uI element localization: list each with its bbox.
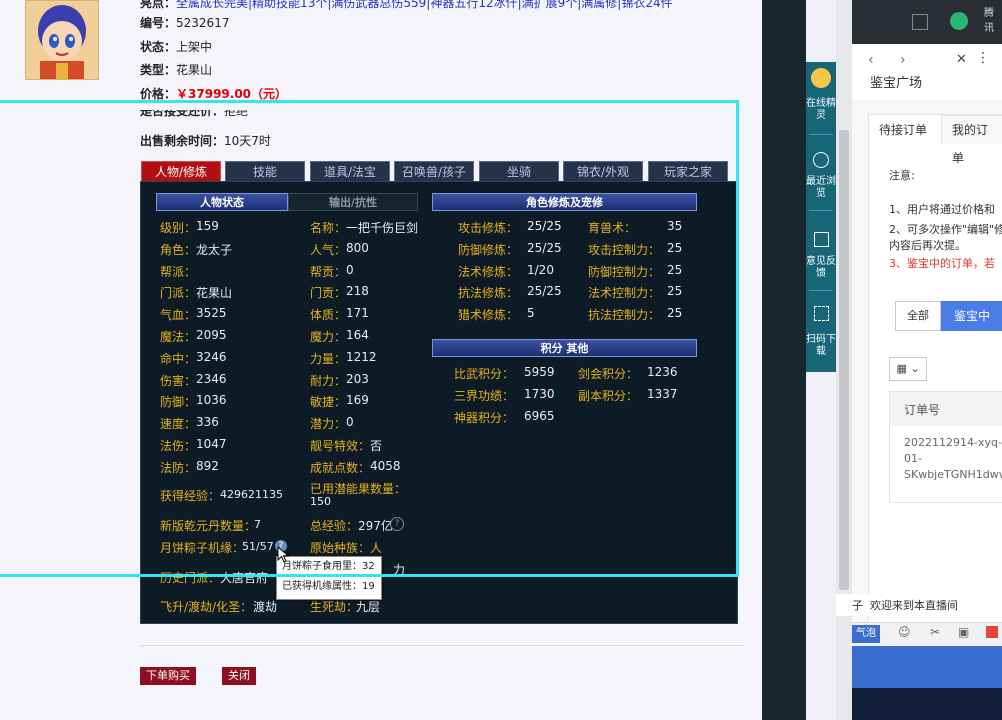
order-id-line-1[interactable]: 2022112914-xyq- (904, 436, 1002, 449)
forward-icon[interactable]: › (900, 52, 906, 68)
edit-icon (814, 232, 829, 247)
emoji-icon[interactable]: ☺ (898, 625, 911, 639)
scissors-icon[interactable]: ✂ (930, 625, 940, 639)
scrollbar-thumb[interactable] (839, 130, 849, 590)
map-area (852, 646, 1002, 688)
shengsijie-value: 九层 (356, 600, 381, 614)
gift-icon[interactable] (986, 626, 998, 638)
highlights-label: 亮点： (140, 0, 177, 10)
notice-1: 1、用户将通过价格和 (889, 203, 995, 216)
type-label: 类型： (140, 63, 177, 77)
online-sprite-link[interactable]: 在线精灵 (806, 98, 836, 122)
chat-toolbar: 气泡 ☺ ✂ ▣ (852, 622, 1002, 647)
grid-view-icon[interactable]: ▦ ⌄ (889, 357, 927, 381)
tab-my-orders[interactable]: 我的订单 (941, 115, 1002, 165)
status-value: 上架中 (176, 40, 213, 54)
feedback-link[interactable]: 意见反馈 (806, 256, 836, 280)
order-table: 订单号 2022112914-xyq- 01- SKwbjeTGNH1dwv (889, 391, 1002, 503)
notice-3: 3、鉴宝中的订单，若 (889, 257, 995, 270)
app-logo-icon (950, 12, 968, 30)
order-id-line-2[interactable]: 01- (904, 452, 922, 465)
feisheng-label: 飞升/渡劫/化圣： (160, 600, 253, 614)
feisheng-value: 渡劫 (253, 600, 278, 614)
more-icon[interactable]: ⋮ (976, 50, 990, 66)
order-card: 待接订单 我的订单 注意: 1、用户将通过价格和 2、可多次操作"编辑"修 内容… (868, 114, 1002, 646)
buy-button[interactable]: 下单购买 (140, 667, 196, 685)
chat-welcome: 欢迎来到本直播间 (870, 599, 958, 612)
notice-2b: 内容后再次提。 (889, 239, 966, 252)
highlights-text: 全属成长完美|精助技能13个|满伤武器总伤559|神器五行12冰仟|满扩展9个|… (176, 0, 673, 10)
price-value: ￥37999.00（元） (176, 87, 288, 101)
bubble-button[interactable]: 气泡 (852, 625, 880, 643)
highlights-row: 亮点：全属成长完美|精助技能13个|满伤武器总伤559|神器五行12冰仟|满扩展… (140, 0, 673, 12)
chat-prefix: 子 (852, 599, 863, 612)
right-header: ‹ › ✕ ⋮ 鉴宝广场 (852, 44, 1002, 100)
type-row: 类型：花果山 (140, 61, 212, 79)
dark-separator (762, 0, 806, 720)
id-label: 编号： (140, 16, 177, 30)
filter-all[interactable]: 全部 (895, 301, 941, 331)
character-avatar (25, 0, 99, 80)
tooltip-line-2: 已获得机缘属性：19 (282, 581, 375, 592)
scan-icon (814, 306, 829, 321)
chat-row: 子 欢迎来到本直播间 (836, 594, 1002, 616)
sprite-icon[interactable] (811, 68, 831, 88)
shengsijie-label: 生死劫： (310, 600, 359, 614)
tab-pending[interactable]: 待接订单 (879, 121, 927, 138)
clock-icon (813, 152, 829, 168)
bottom-dark (852, 688, 1002, 720)
close-icon[interactable]: ✕ (956, 52, 967, 67)
back-icon[interactable]: ‹ (868, 52, 874, 68)
notice-2: 2、可多次操作"编辑"修 (889, 223, 1002, 236)
scan-download-link[interactable]: 扫码下载 (806, 334, 836, 358)
divider (140, 645, 744, 646)
filter-active[interactable]: 鉴宝中 (941, 301, 1002, 331)
notice-title: 注意: (889, 169, 915, 182)
price-label: 价格： (140, 87, 177, 101)
type-value: 花果山 (176, 63, 213, 77)
top-label: 腾讯 (984, 8, 994, 34)
close-button[interactable]: 关闭 (222, 667, 256, 685)
col-order-id: 订单号 (904, 403, 941, 417)
right-title: 鉴宝广场 (870, 76, 923, 91)
order-table-header: 订单号 (890, 392, 1002, 426)
image-icon[interactable]: ▣ (958, 625, 969, 639)
id-value: 5232617 (176, 16, 230, 30)
window-icon (912, 14, 928, 30)
recent-browse-link[interactable]: 最近浏览 (806, 176, 836, 200)
right-top-bar: 腾讯 (852, 0, 1002, 44)
id-row: 编号：5232617 (140, 14, 229, 32)
order-id-line-3[interactable]: SKwbjeTGNH1dwv (904, 468, 1002, 481)
floating-toolbar: 在线精灵 最近浏览 意见反馈 扫码下载 (806, 62, 836, 372)
right-app: ‹ › ✕ ⋮ 鉴宝广场 待接订单 我的订单 注意: 1、用户将通过价格和 2、… (852, 44, 1002, 720)
status-label: 状态： (140, 40, 177, 54)
selection-box (0, 100, 739, 577)
status-row: 状态：上架中 (140, 38, 212, 56)
